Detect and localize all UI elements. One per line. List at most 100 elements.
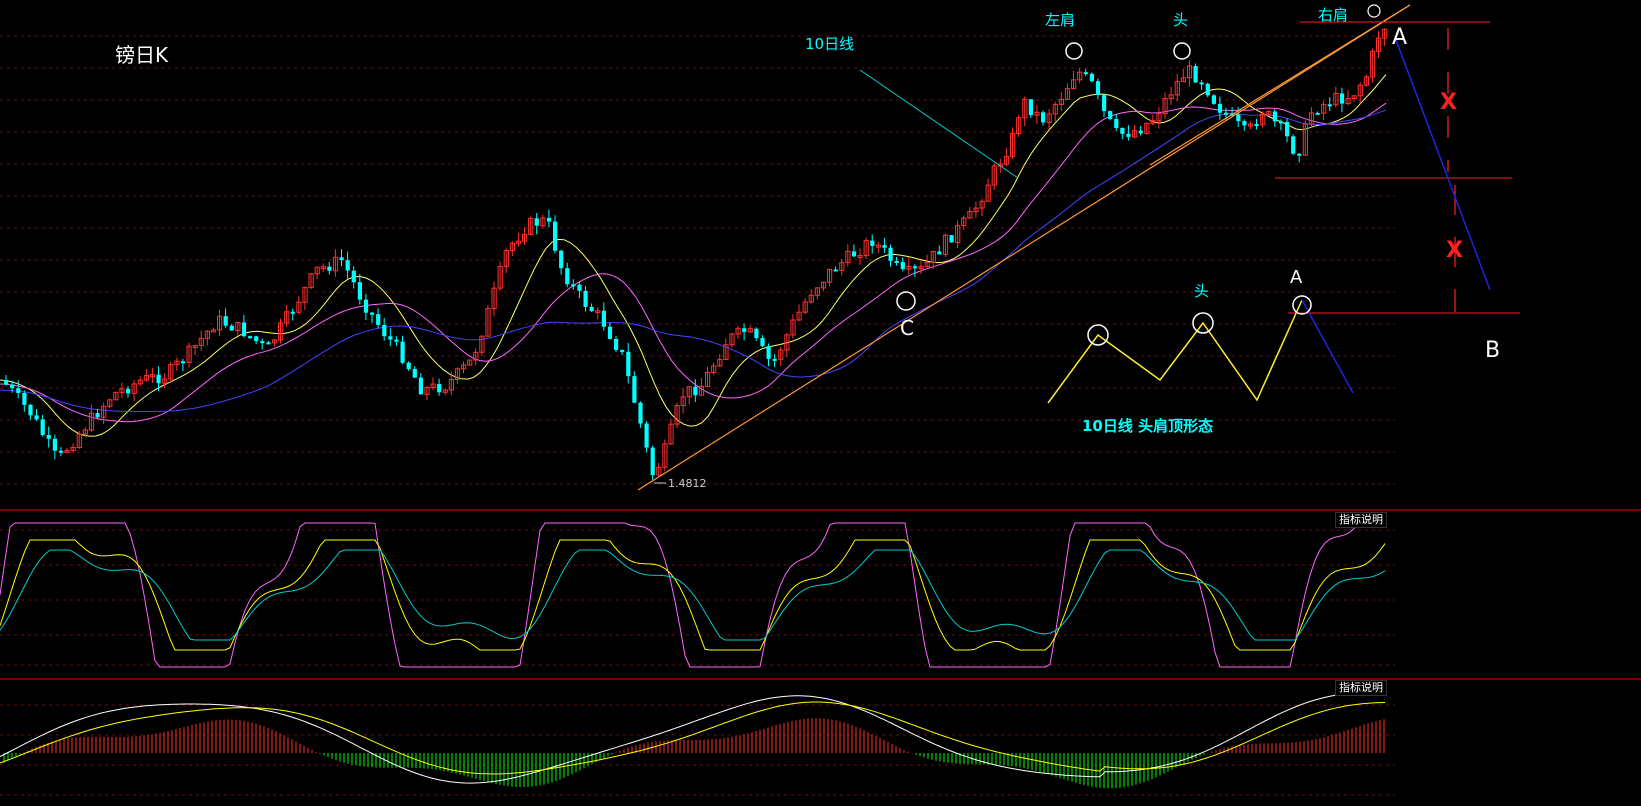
candle-body	[626, 351, 631, 377]
distance-label-2: X	[1446, 238, 1463, 263]
candle-body	[632, 376, 637, 403]
candle-body	[607, 326, 613, 339]
candle-body	[1327, 104, 1332, 107]
candle-body	[126, 388, 131, 394]
projection-line	[1395, 39, 1491, 291]
point-b-label: B	[1485, 338, 1500, 363]
candle-body	[833, 269, 838, 272]
candle-body	[693, 386, 698, 396]
ma-slow-line	[0, 109, 1387, 413]
candle-body	[156, 374, 161, 384]
inset-right-marker	[1292, 295, 1312, 315]
candle-body	[1297, 153, 1302, 156]
candle-body	[882, 245, 887, 248]
candle-body	[620, 349, 625, 352]
candle-body	[376, 314, 381, 325]
candle-body	[229, 325, 234, 331]
candle-body	[1199, 82, 1204, 85]
candle-body	[1278, 121, 1284, 124]
kdj-d-line	[0, 539, 1386, 651]
candle-body	[912, 266, 918, 269]
right-shoulder-label: 右肩	[1318, 6, 1348, 24]
candle-body	[577, 284, 582, 291]
candle-body	[327, 266, 332, 271]
candle-body	[937, 251, 942, 255]
candle-body	[339, 257, 344, 261]
candle-body	[412, 369, 417, 378]
macd-panel	[0, 692, 1386, 789]
candle-body	[394, 339, 399, 342]
left-shoulder-marker	[1065, 42, 1083, 60]
candle-body	[1211, 95, 1216, 104]
candle-body	[1102, 95, 1107, 112]
candle-body	[180, 361, 186, 364]
candle-body	[34, 415, 39, 420]
macd-indicator-info[interactable]: 指标说明	[1335, 680, 1387, 696]
candle-body	[772, 358, 777, 361]
inset-caption: 10日线 头肩顶形态	[1082, 417, 1213, 435]
candle-body	[388, 336, 393, 340]
candle-body	[565, 268, 570, 285]
candle-body	[1217, 103, 1223, 113]
candle-body	[1291, 136, 1296, 154]
candle-body	[406, 362, 411, 370]
kdj-j-line	[0, 522, 1385, 668]
candle-body	[357, 282, 362, 300]
candle-body	[437, 384, 442, 393]
candle-body	[400, 341, 405, 363]
right-shoulder-marker	[1367, 4, 1381, 18]
candle-body	[1138, 130, 1143, 134]
candle-body	[1242, 121, 1247, 126]
candle-body	[534, 218, 539, 226]
candle-body	[382, 324, 387, 337]
candle-body	[742, 328, 747, 332]
candle-body	[22, 392, 27, 405]
candle-body	[553, 221, 558, 251]
ma-fast-line	[0, 74, 1387, 437]
candle-body	[28, 404, 33, 416]
candle-body	[1028, 99, 1033, 116]
candle-body	[1205, 83, 1210, 96]
candle-body	[4, 380, 9, 385]
candle-body	[1089, 73, 1094, 82]
candle-body	[1339, 93, 1345, 104]
candle-body	[260, 341, 265, 344]
inset-drop-line	[1301, 299, 1354, 394]
candle-body	[290, 311, 295, 314]
candle-body	[894, 260, 899, 263]
ma-label-pointer	[859, 69, 1019, 179]
candle-body	[1285, 121, 1290, 137]
candle-body	[644, 423, 649, 448]
inset-a-label: A	[1290, 267, 1303, 288]
candle-body	[870, 240, 875, 246]
head-marker	[1173, 42, 1191, 60]
point-a-label: A	[1392, 25, 1407, 50]
candle-body	[614, 338, 619, 350]
candle-body	[1114, 118, 1119, 128]
candle-body	[10, 384, 15, 389]
candle-body	[40, 419, 45, 435]
candle-body	[546, 217, 552, 222]
chart-stage: 镑日K 10日线 左肩 头 右肩 C 1.4812 X X A B 头 A 10…	[0, 4, 1641, 796]
chart-title: 镑日K	[115, 43, 169, 67]
candlesticks	[4, 28, 1388, 481]
distance-label-1: X	[1440, 90, 1457, 115]
kdj-indicator-info[interactable]: 指标说明	[1335, 512, 1387, 528]
candle-body	[589, 306, 594, 312]
candle-body	[888, 247, 893, 261]
candle-body	[248, 336, 253, 339]
candle-body	[601, 310, 606, 327]
candle-body	[345, 260, 350, 271]
candle-body	[241, 322, 247, 337]
candle-body	[1254, 124, 1259, 127]
candle-body	[363, 299, 369, 313]
point-c-label: C	[900, 316, 914, 340]
uptrend-line	[637, 4, 1411, 491]
candle-body	[583, 290, 588, 307]
candle-body	[1224, 112, 1229, 115]
kdj-k-line	[0, 549, 1386, 641]
candle-body	[95, 413, 100, 418]
moving-averages	[0, 74, 1387, 437]
candle-body	[370, 312, 375, 315]
candle-body	[1126, 133, 1131, 137]
